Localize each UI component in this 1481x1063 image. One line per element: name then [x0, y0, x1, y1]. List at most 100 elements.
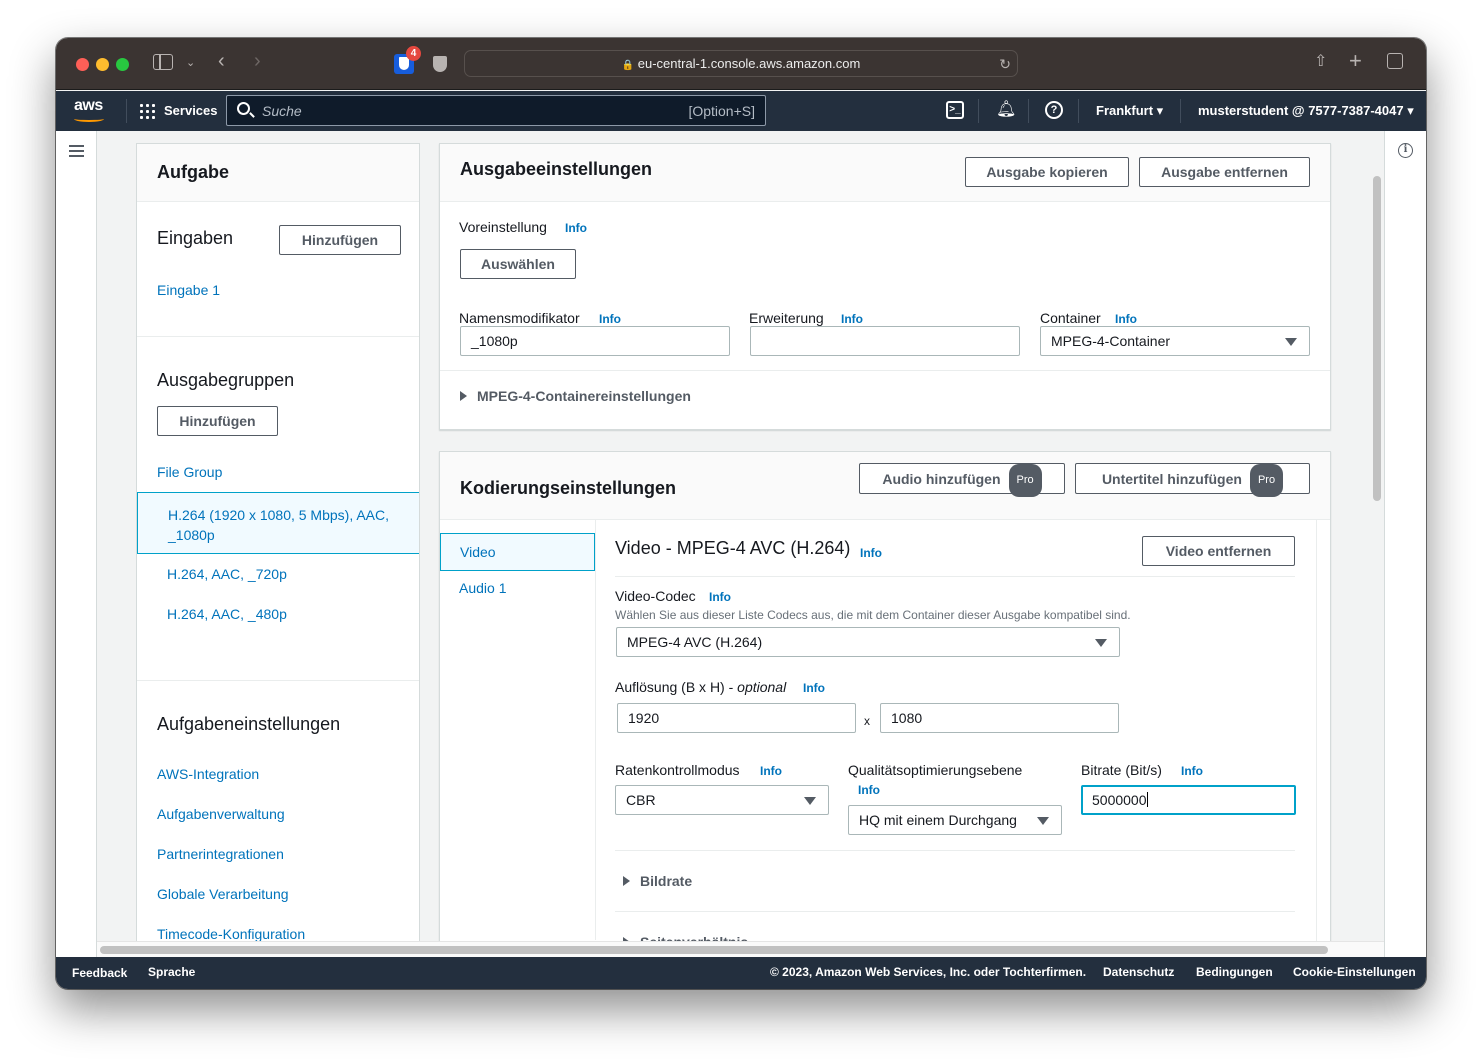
search-placeholder: Suche [262, 103, 302, 119]
rate-control-select[interactable]: CBR [615, 785, 829, 815]
rate-control-info-link[interactable]: Info [760, 764, 782, 778]
bitrate-info-link[interactable]: Info [1181, 764, 1203, 778]
extension-info-link[interactable]: Info [841, 312, 863, 326]
output-item[interactable]: H.264, AAC, _480p [167, 606, 287, 622]
remove-output-button[interactable]: Ausgabe entfernen [1139, 157, 1310, 187]
forward-icon[interactable]: › [254, 51, 261, 71]
privacy-link[interactable]: Datenschutz [1103, 965, 1174, 979]
horizontal-scrollbar[interactable] [100, 946, 1328, 954]
extension-label: Erweiterung [749, 310, 824, 326]
aws-logo-smile [74, 116, 104, 122]
job-setting-partner-integrations[interactable]: Partnerintegrationen [157, 846, 284, 862]
search-input[interactable]: Suche [Option+S] [226, 95, 766, 126]
select-preset-button[interactable]: Auswählen [460, 249, 576, 279]
services-menu[interactable]: Services [164, 103, 218, 118]
reload-icon[interactable]: ↻ [999, 54, 1011, 74]
rate-control-label: Ratenkontrollmodus [615, 762, 740, 778]
extension-badge: 4 [406, 46, 421, 61]
job-setting-aws-integration[interactable]: AWS-Integration [157, 766, 259, 782]
chevron-down-icon[interactable]: ⌄ [186, 53, 195, 73]
name-modifier-label: Namensmodifikator [459, 310, 580, 326]
tab-video[interactable]: Video [440, 533, 595, 571]
container-select-value: MPEG-4-Container [1051, 333, 1171, 349]
dropdown-arrow-icon [1037, 817, 1049, 825]
tab-video-label: Video [460, 544, 496, 560]
codec-info-link[interactable]: Info [709, 590, 731, 604]
browser-window: ⌄ ‹ › 4 🔒 eu-central-1.console.aws.amazo… [56, 38, 1426, 989]
copy-output-button[interactable]: Ausgabe kopieren [965, 157, 1129, 187]
preset-info-link[interactable]: Info [565, 221, 587, 235]
height-input[interactable]: 1080 [880, 703, 1119, 733]
output-group-link[interactable]: File Group [157, 464, 222, 480]
language-link[interactable]: Sprache [148, 965, 195, 979]
add-input-button[interactable]: Hinzufügen [279, 225, 401, 255]
url-text: eu-central-1.console.aws.amazon.com [637, 56, 861, 71]
inputs-heading: Eingaben [157, 228, 234, 248]
output-item-label-line2: _1080p [168, 527, 215, 543]
video-info-link[interactable]: Info [860, 546, 882, 560]
back-icon[interactable]: ‹ [218, 51, 225, 71]
pro-badge: Pro [1249, 464, 1284, 497]
container-info-link[interactable]: Info [1115, 312, 1137, 326]
job-setting-job-management[interactable]: Aufgabenverwaltung [157, 806, 285, 822]
width-input[interactable]: 1920 [617, 703, 856, 733]
extension-input[interactable] [750, 326, 1020, 356]
sidebar-toggle-icon[interactable] [153, 54, 173, 70]
container-settings-expander[interactable]: MPEG-4-Containereinstellungen [460, 388, 691, 404]
video-codec-label: Video-Codec [615, 588, 696, 604]
share-icon[interactable]: ⇧ [1314, 52, 1327, 72]
notifications-bell-icon[interactable]: 🔔︎ [996, 101, 1016, 119]
quality-level-select[interactable]: HQ mit einem Durchgang [848, 805, 1062, 835]
account-menu[interactable]: musterstudent @ 7577-7387-4047 ▾ [1198, 103, 1414, 119]
menu-hamburger-icon[interactable] [69, 145, 84, 157]
cloudshell-icon[interactable]: >_ [946, 101, 964, 119]
video-codec-value: MPEG-4 AVC (H.264) [627, 634, 763, 650]
terms-link[interactable]: Bedingungen [1196, 965, 1273, 979]
feedback-link[interactable]: Feedback [72, 966, 127, 980]
aws-logo[interactable]: aws [74, 97, 103, 115]
close-window-button[interactable] [76, 58, 89, 71]
bitrate-input[interactable]: 5000000 [1081, 785, 1296, 815]
info-panel-icon[interactable]: i [1398, 143, 1413, 158]
footer: Feedback Sprache © 2023, Amazon Web Serv… [56, 957, 1426, 989]
resolution-label: Auflösung (B x H) - optional [615, 679, 786, 695]
maximize-window-button[interactable] [116, 58, 129, 71]
tab-audio-1[interactable]: Audio 1 [459, 580, 506, 596]
address-bar[interactable]: 🔒 eu-central-1.console.aws.amazon.com ↻ [464, 50, 1018, 77]
tab-overview-icon[interactable] [1387, 53, 1403, 69]
add-captions-button[interactable]: Untertitel hinzufügen Pro [1075, 463, 1310, 497]
quality-level-value: HQ mit einem Durchgang [859, 812, 1017, 828]
remove-video-button[interactable]: Video entfernen [1142, 536, 1295, 566]
output-item[interactable]: H.264, AAC, _720p [167, 566, 287, 582]
video-codec-select[interactable]: MPEG-4 AVC (H.264) [616, 627, 1120, 657]
encoding-settings-card: Kodierungseinstellungen Audio hinzufügen… [439, 451, 1331, 952]
privacy-shield-icon[interactable] [433, 56, 447, 72]
add-output-group-button[interactable]: Hinzufügen [157, 406, 278, 436]
output-item-selected[interactable]: H.264 (1920 x 1080, 5 Mbps), AAC, _1080p [137, 492, 419, 554]
add-audio-button[interactable]: Audio hinzufügen Pro [859, 463, 1065, 497]
resolution-info-link[interactable]: Info [803, 681, 825, 695]
vertical-scrollbar[interactable] [1373, 176, 1381, 501]
search-shortcut: [Option+S] [688, 103, 755, 119]
new-tab-icon[interactable]: + [1349, 50, 1362, 72]
bitrate-value: 5000000 [1092, 792, 1147, 808]
container-label: Container [1040, 310, 1101, 326]
browser-titlebar: ⌄ ‹ › 4 🔒 eu-central-1.console.aws.amazo… [56, 38, 1426, 90]
region-selector[interactable]: Frankfurt ▾ [1096, 103, 1163, 119]
name-modifier-info-link[interactable]: Info [599, 312, 621, 326]
help-icon[interactable]: ? [1045, 101, 1063, 119]
minimize-window-button[interactable] [96, 58, 109, 71]
job-setting-timecode[interactable]: Timecode-Konfiguration [157, 926, 305, 942]
quality-info-link[interactable]: Info [858, 783, 880, 797]
name-modifier-input[interactable]: _1080p [460, 326, 730, 356]
job-settings-heading: Aufgabeneinstellungen [157, 714, 341, 734]
framerate-expander[interactable]: Bildrate [623, 873, 692, 889]
container-select[interactable]: MPEG-4-Container [1040, 326, 1310, 356]
main-content: Aufgabe Eingaben Hinzufügen Eingabe 1 Au… [56, 131, 1426, 957]
divider [137, 680, 419, 681]
job-setting-global-processing[interactable]: Globale Verarbeitung [157, 886, 289, 902]
input-link[interactable]: Eingabe 1 [157, 282, 220, 298]
services-grid-icon[interactable] [140, 104, 155, 119]
cookie-settings-link[interactable]: Cookie-Einstellungen [1293, 965, 1416, 979]
encoding-settings-header: Kodierungseinstellungen Audio hinzufügen… [440, 452, 1330, 520]
